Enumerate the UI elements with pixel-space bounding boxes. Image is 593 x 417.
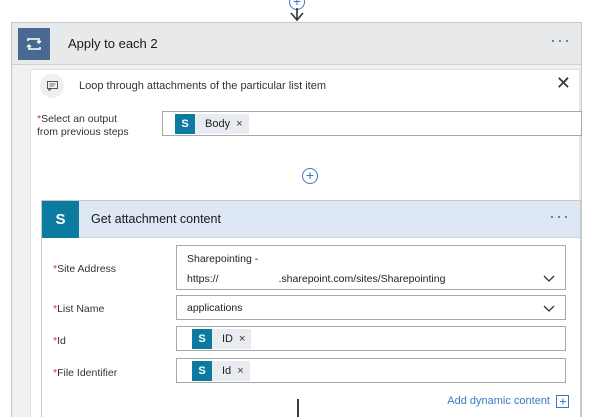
token-remove-button[interactable]: × (236, 118, 242, 130)
apply-to-each-header[interactable]: Apply to each 2 ··· (12, 23, 581, 65)
add-step-button-inside[interactable]: + (302, 168, 318, 184)
id-token[interactable]: S ID × (192, 329, 252, 349)
id-label: *Id (53, 335, 66, 347)
id-field[interactable]: S ID × (176, 326, 566, 351)
get-attachment-content-header[interactable]: S Get attachment content ··· (42, 200, 580, 238)
site-address-line2: https://.sharepoint.com/sites/Sharepoint… (187, 273, 446, 285)
list-name-dropdown[interactable]: applications (176, 295, 566, 320)
select-output-label: *Select an output from previous steps (37, 113, 129, 139)
token-label: Body (205, 118, 231, 130)
site-address-dropdown[interactable]: Sharepointing - https://.sharepoint.com/… (176, 245, 566, 290)
close-icon[interactable]: ✕ (556, 74, 571, 92)
token-remove-button[interactable]: × (239, 333, 245, 345)
apply-to-each-title: Apply to each 2 (68, 36, 158, 51)
token-label: Id (222, 365, 232, 377)
more-options-button[interactable]: ··· (550, 31, 571, 49)
more-options-button[interactable]: ··· (549, 207, 570, 225)
select-output-field[interactable]: S Body × (162, 111, 582, 136)
site-address-label: *Site Address (53, 263, 117, 275)
body-token[interactable]: S Body × (175, 114, 249, 134)
chevron-down-icon[interactable] (543, 302, 555, 314)
comment-text[interactable]: Loop through attachments of the particul… (79, 80, 326, 92)
token-label: ID (222, 333, 233, 345)
sharepoint-icon: S (42, 200, 79, 238)
list-name-label: *List Name (53, 303, 105, 315)
token-remove-button[interactable]: × (237, 365, 243, 377)
comment-row: Loop through attachments of the particul… (30, 69, 580, 99)
add-dynamic-content-link[interactable]: Add dynamic content (447, 395, 550, 407)
action-title: Get attachment content (91, 212, 221, 226)
file-identifier-field[interactable]: S Id × (176, 358, 566, 383)
apply-to-each-card: Apply to each 2 ··· Loop through attachm… (11, 22, 582, 417)
get-attachment-content-card: S Get attachment content ··· *Site Addre… (41, 200, 581, 417)
select-label-line1: Select an output (41, 113, 117, 125)
list-name-value: applications (187, 302, 243, 314)
file-identifier-token[interactable]: S Id × (192, 361, 250, 381)
file-identifier-label: *File Identifier (53, 367, 118, 379)
comment-icon[interactable] (40, 74, 64, 98)
connector-line-bottom (297, 399, 299, 417)
select-label-line2: from previous steps (37, 126, 129, 138)
dynamic-content-icon[interactable] (556, 395, 569, 408)
arrow-down-icon (290, 8, 304, 22)
loop-icon (18, 27, 50, 60)
sharepoint-icon: S (192, 329, 212, 349)
sharepoint-icon: S (175, 114, 195, 134)
site-address-line1: Sharepointing - (187, 253, 259, 265)
sharepoint-icon: S (192, 361, 212, 381)
chevron-down-icon[interactable] (543, 272, 555, 284)
loop-body-panel: *Select an output from previous steps S … (30, 99, 582, 417)
